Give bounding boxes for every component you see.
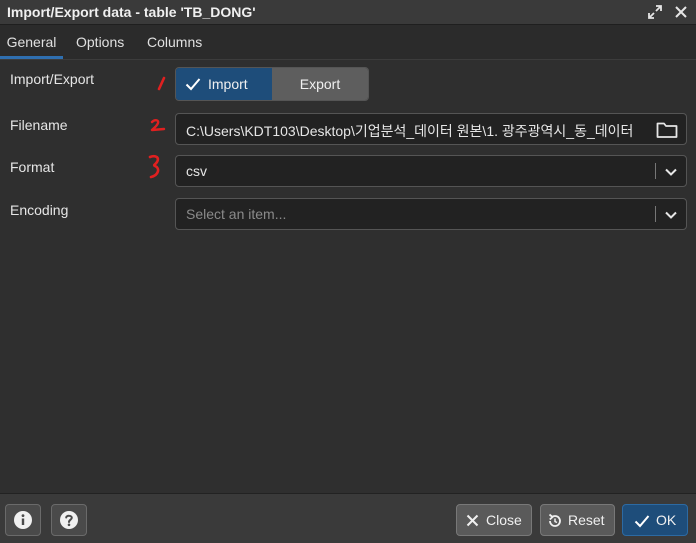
reset-button[interactable]: Reset <box>540 504 615 536</box>
title-bar: Import/Export data - table 'TB_DONG' <box>0 0 696 25</box>
export-button[interactable]: Export <box>272 68 368 100</box>
info-icon <box>14 511 32 529</box>
annotation-mark-1 <box>157 76 166 91</box>
tab-general[interactable]: General <box>0 25 63 59</box>
tab-columns[interactable]: Columns <box>147 25 202 59</box>
annotation-mark-2 <box>150 119 166 132</box>
filename-input[interactable]: C:\Users\KDT103\Desktop\기업분석_데이터 원본\1. 광… <box>175 113 687 145</box>
help-icon <box>60 511 78 529</box>
format-select[interactable]: csv <box>175 155 687 187</box>
expand-icon[interactable] <box>648 5 662 19</box>
import-label: Import <box>208 76 248 92</box>
help-button[interactable] <box>51 504 87 536</box>
check-icon <box>634 515 650 528</box>
close-icon[interactable] <box>674 5 688 19</box>
ok-button[interactable]: OK <box>622 504 688 536</box>
window-title: Import/Export data - table 'TB_DONG' <box>7 4 256 20</box>
close-label: Close <box>486 512 522 528</box>
info-button[interactable] <box>5 504 41 536</box>
filename-label: Filename <box>10 117 68 133</box>
encoding-select[interactable]: Select an item... <box>175 198 687 230</box>
check-icon <box>185 78 201 91</box>
export-label: Export <box>299 76 341 92</box>
reset-icon <box>548 513 561 527</box>
format-label: Format <box>10 159 55 175</box>
import-export-toggle: Import Export <box>175 67 369 101</box>
select-divider <box>655 206 656 222</box>
chevron-down-icon[interactable] <box>664 165 678 179</box>
folder-icon[interactable] <box>656 121 678 139</box>
chevron-down-icon[interactable] <box>664 208 678 222</box>
annotation-mark-3 <box>148 154 160 179</box>
encoding-placeholder: Select an item... <box>186 206 287 222</box>
ok-label: OK <box>656 512 677 528</box>
close-button[interactable]: Close <box>456 504 532 536</box>
import-button[interactable]: Import <box>176 68 272 100</box>
dialog-footer: Close Reset OK <box>0 493 696 543</box>
format-value: csv <box>186 163 207 179</box>
tab-options[interactable]: Options <box>76 25 124 59</box>
import-export-label: Import/Export <box>10 71 95 87</box>
reset-label: Reset <box>568 512 605 528</box>
select-divider <box>655 163 656 179</box>
close-x-icon <box>466 514 479 527</box>
tab-bar: General Options Columns <box>0 25 696 60</box>
filename-value: C:\Users\KDT103\Desktop\기업분석_데이터 원본\1. 광… <box>186 123 634 139</box>
encoding-label: Encoding <box>10 202 69 218</box>
